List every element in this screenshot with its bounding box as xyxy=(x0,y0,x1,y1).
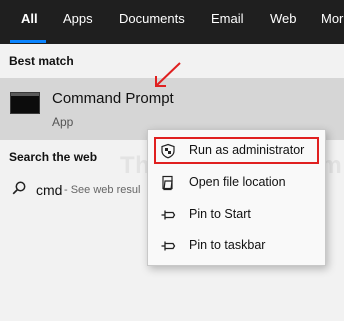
active-tab-indicator xyxy=(10,40,46,43)
tab-all[interactable]: All xyxy=(21,0,38,44)
tab-documents[interactable]: Documents xyxy=(119,0,185,44)
search-icon xyxy=(12,181,26,195)
tab-web[interactable]: Web xyxy=(270,0,297,44)
menu-item-pin-to-taskbar[interactable]: Pin to taskbar xyxy=(148,231,325,261)
web-query-text: cmd xyxy=(36,182,63,198)
menu-item-label: Pin to Start xyxy=(189,207,251,221)
menu-item-pin-to-start[interactable]: Pin to Start xyxy=(148,200,325,230)
tab-more[interactable]: Mor xyxy=(321,0,343,44)
tab-apps[interactable]: Apps xyxy=(63,0,93,44)
tab-email[interactable]: Email xyxy=(211,0,244,44)
command-prompt-icon xyxy=(10,92,40,114)
menu-item-label: Pin to taskbar xyxy=(189,238,266,252)
menu-item-label: Run as administrator xyxy=(189,143,305,157)
search-web-heading: Search the web xyxy=(9,150,98,164)
best-match-title: Command Prompt xyxy=(52,90,174,107)
context-menu: Run as administrator Open file location … xyxy=(147,129,326,266)
menu-item-label: Open file location xyxy=(189,175,286,189)
annotation-arrow-icon xyxy=(155,62,181,87)
best-match-subtitle: App xyxy=(52,115,74,129)
shield-icon xyxy=(161,143,175,159)
menu-item-open-file-location[interactable]: Open file location xyxy=(148,168,325,198)
search-tab-bar: All Apps Documents Email Web Mor xyxy=(0,0,344,44)
best-match-heading: Best match xyxy=(9,54,74,68)
pin-icon xyxy=(161,210,176,220)
pin-icon xyxy=(161,241,176,251)
menu-item-run-as-administrator[interactable]: Run as administrator xyxy=(148,136,325,166)
web-query-description: - See web resul xyxy=(64,184,141,196)
web-search-result[interactable]: cmd - See web resul xyxy=(0,172,160,208)
start-search-panel: All Apps Documents Email Web Mor Best ma… xyxy=(0,0,344,321)
folder-file-icon xyxy=(162,175,173,191)
